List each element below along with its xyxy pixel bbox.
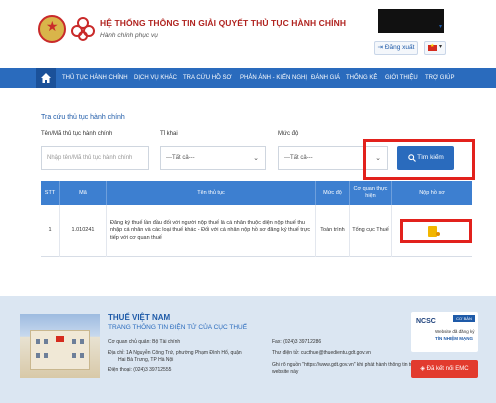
logout-label: Đăng xuất (384, 44, 415, 51)
highlight-submit-cell (400, 219, 472, 243)
national-emblem-icon[interactable] (38, 15, 66, 43)
row-stt: 1 (41, 205, 60, 257)
language-selector[interactable]: ▾ (424, 41, 446, 55)
column-header-submit: Nộp hồ sơ (419, 189, 445, 196)
tax-building-image (20, 314, 100, 378)
building-window (36, 339, 40, 344)
building-window (44, 353, 48, 358)
footer-note-1: Ghi rõ nguồn "https://www.gdt.gov.vn" kh… (272, 362, 414, 368)
level-label: Mức độ (278, 131, 299, 137)
footer-phone: Điện thoại: (024)3 39712555 (108, 367, 172, 373)
ncsc-level-badge: CƠ BẢN (453, 315, 475, 322)
chevron-down-icon: ⌄ (253, 154, 259, 162)
building-window (80, 353, 84, 358)
building-flag-icon (56, 336, 64, 342)
nav-item-help[interactable]: TRỢ GIÚP (425, 68, 454, 88)
building-window (80, 339, 84, 344)
site-header: HỆ THỐNG THÔNG TIN GIẢI QUYẾT THỦ TỤC HÀ… (0, 0, 496, 68)
table-header: STT Mã Tên thủ tục Mức độ Cơ quan thực h… (41, 181, 472, 205)
row-agency: Tổng cục Thuế (350, 205, 392, 257)
home-icon (41, 73, 51, 83)
footer-fax: Fax: (024)3 39712286 (272, 339, 322, 345)
building-window (72, 339, 76, 344)
declaration-select[interactable]: ---Tất cả--- ⌄ (160, 146, 266, 170)
nav-item-lookup-records[interactable]: TRA CỨU HỒ SƠ (183, 68, 232, 88)
row-procedure-name[interactable]: Đăng ký thuế lần đầu đối với người nộp t… (107, 205, 316, 257)
nav-item-about[interactable]: GIỚI THIỆU (385, 68, 418, 88)
portal-logo-icon[interactable] (70, 15, 96, 43)
building-window (36, 353, 40, 358)
level-select-value: ---Tất cả--- (284, 155, 313, 161)
declaration-select-value: ---Tất cả--- (166, 155, 195, 161)
site-subtitle: Hành chính phục vụ (100, 32, 158, 39)
footer-email[interactable]: Thư điện tử: cucthue@thuedientu.gdt.gov.… (272, 350, 371, 357)
procedure-name-placeholder: Nhập tên/Mã thủ tục hành chính (47, 155, 133, 161)
footer-note-2: website này (272, 369, 299, 375)
footer-org-subtitle: TRANG THÔNG TIN ĐIỆN TỬ CỦA CỤC THUẾ (108, 324, 248, 331)
row-code: 1.010241 (60, 205, 107, 257)
column-header-agency: Cơ quan thực hiện (350, 181, 392, 205)
column-header-name: Tên thủ tục (107, 181, 316, 205)
site-title: HỆ THỐNG THÔNG TIN GIẢI QUYẾT THỦ TỤC HÀ… (100, 18, 347, 28)
ncsc-logo: NCSC (416, 318, 436, 325)
footer-org-title: THUẾ VIỆT NAM (108, 313, 171, 322)
section-title: Tra cứu thủ tục hành chính (41, 114, 125, 121)
nav-home[interactable] (36, 68, 56, 88)
nav-item-statistics[interactable]: THỐNG KÊ (346, 68, 377, 88)
chevron-down-icon: ▾ (439, 43, 443, 50)
main-navigation: THỦ TỤC HÀNH CHÍNH DỊCH VỤ KHÁC TRA CỨU … (0, 68, 496, 88)
nav-item-other-services[interactable]: DỊCH VỤ KHÁC (134, 68, 177, 88)
row-level: Toàn trình (316, 205, 350, 257)
emc-label: Đã kết nối EMC (426, 366, 469, 372)
nav-item-administrative-procedures[interactable]: THỦ TỤC HÀNH CHÍNH (62, 68, 128, 88)
footer-governing-body: Cơ quan chủ quản: Bộ Tài chính (108, 339, 181, 345)
ncsc-text-trust: TÍN NHIỆM MẠNG (435, 336, 473, 341)
chevron-down-icon[interactable]: ▾ (439, 23, 442, 30)
footer-address-1: Địa chỉ: 1A Nguyễn Công Trứ, phường Phạm… (108, 350, 242, 356)
procedure-name-input[interactable]: Nhập tên/Mã thủ tục hành chính (41, 146, 149, 170)
highlight-search-area (363, 139, 475, 180)
nav-item-feedback[interactable]: PHẢN ÁNH - KIẾN NGHỊ (240, 68, 307, 88)
vietnam-flag-icon (428, 43, 437, 51)
footer-address-2: Hai Bà Trưng, TP Hà Nội (118, 357, 174, 363)
logout-button[interactable]: ⇥ Đăng xuất (374, 41, 418, 55)
logout-icon: ⇥ (377, 44, 385, 51)
building-window (44, 339, 48, 344)
declaration-label: Tỉ khai (160, 131, 178, 137)
procedure-name-label: Tên/Mã thủ tục hành chính (41, 131, 113, 137)
column-header-level: Mức độ (316, 181, 350, 205)
ncsc-trust-badge[interactable]: NCSC CƠ BẢN Website đã đăng ký TÍN NHIỆM… (411, 312, 478, 352)
nav-item-evaluation[interactable]: ĐÁNH GIÁ (311, 68, 340, 88)
column-header-stt: STT (41, 181, 60, 205)
emc-badge[interactable]: ◈ Đã kết nối EMC (411, 360, 478, 378)
user-account-redacted[interactable] (378, 9, 444, 33)
page: HỆ THỐNG THÔNG TIN GIẢI QUYẾT THỦ TỤC HÀ… (0, 0, 496, 403)
column-header-code: Mã (60, 181, 107, 205)
building-window (72, 353, 76, 358)
ncsc-text-registered: Website đã đăng ký (435, 329, 475, 334)
